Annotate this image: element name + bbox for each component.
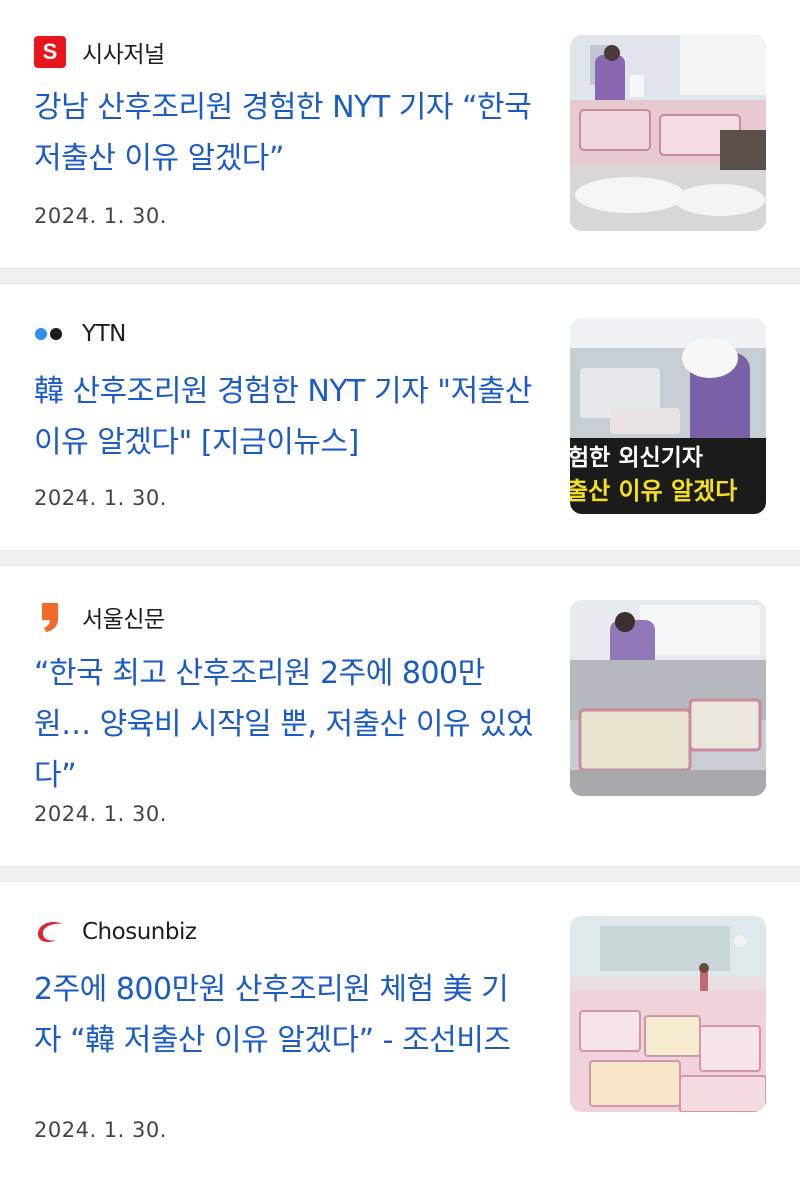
- chosunbiz-logo-icon: [34, 916, 66, 948]
- news-card[interactable]: 서울신문 “한국 최고 산후조리원 2주에 800만원… 양육비 시작일 뿐, …: [0, 566, 800, 866]
- news-headline[interactable]: 2주에 800만원 산후조리원 체험 美 기자 “韓 저출산 이유 알겠다” -…: [34, 964, 534, 1066]
- news-date: 2024. 1. 30.: [34, 802, 167, 826]
- thumbnail-caption-line1: 험한 외신기자: [570, 445, 703, 471]
- seoul-shinmun-logo-icon: [34, 601, 66, 633]
- card-divider: [0, 268, 800, 284]
- news-card[interactable]: Chosunbiz 2주에 800만원 산후조리원 체험 美 기자 “韓 저출산…: [0, 882, 800, 1181]
- news-card[interactable]: YTN 韓 산후조리원 경험한 NYT 기자 "저출산 이유 알겠다" [지금이…: [0, 284, 800, 550]
- news-date: 2024. 1. 30.: [34, 486, 167, 510]
- card-divider: [0, 866, 800, 882]
- news-headline[interactable]: 韓 산후조리원 경험한 NYT 기자 "저출산 이유 알겠다" [지금이뉴스]: [34, 366, 534, 468]
- news-thumbnail[interactable]: 험한 외신기자 출산 이유 알겠다: [570, 318, 766, 514]
- source-name: 시사저널: [82, 42, 165, 68]
- news-source[interactable]: YTN: [34, 318, 126, 350]
- nursery-photo-image: [570, 600, 766, 796]
- news-source[interactable]: 서울신문: [34, 600, 165, 634]
- news-date: 2024. 1. 30.: [34, 204, 167, 228]
- news-source[interactable]: Chosunbiz: [34, 916, 197, 948]
- ytn-logo-icon: [34, 318, 66, 350]
- source-name: YTN: [82, 321, 126, 347]
- nursery-photo-image: [570, 916, 766, 1112]
- news-card[interactable]: S 시사저널 강남 산후조리원 경험한 NYT 기자 “한국 저출산 이유 알겠…: [0, 0, 800, 268]
- nursery-photo-image: [570, 35, 766, 231]
- source-name: Chosunbiz: [82, 919, 197, 945]
- nursery-video-thumbnail-image: 험한 외신기자 출산 이유 알겠다: [570, 318, 766, 514]
- sisajournal-logo-icon: S: [34, 36, 66, 68]
- thumbnail-caption-line2: 출산 이유 알겠다: [570, 477, 737, 505]
- news-headline[interactable]: 강남 산후조리원 경험한 NYT 기자 “한국 저출산 이유 알겠다”: [34, 82, 534, 184]
- news-date: 2024. 1. 30.: [34, 1118, 167, 1142]
- news-headline[interactable]: “한국 최고 산후조리원 2주에 800만원… 양육비 시작일 뿐, 저출산 이…: [34, 648, 534, 801]
- news-source[interactable]: S 시사저널: [34, 35, 165, 69]
- source-name: 서울신문: [82, 607, 165, 633]
- news-thumbnail[interactable]: [570, 916, 766, 1112]
- news-thumbnail[interactable]: [570, 600, 766, 796]
- news-thumbnail[interactable]: [570, 35, 766, 231]
- card-divider: [0, 550, 800, 566]
- news-feed: S 시사저널 강남 산후조리원 경험한 NYT 기자 “한국 저출산 이유 알겠…: [0, 0, 800, 1181]
